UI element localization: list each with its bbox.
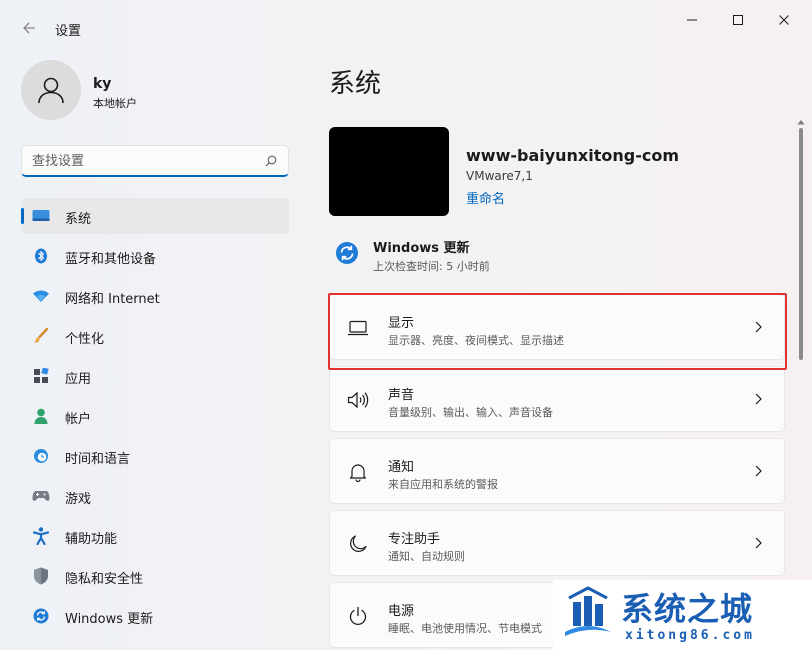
setting-card-sound[interactable]: 声音 音量级别、输出、输入、声音设备 [329, 366, 785, 432]
device-model: VMware7,1 [466, 169, 533, 183]
search-input[interactable] [32, 152, 252, 170]
display-icon [346, 316, 370, 340]
sidebar-item-label: 应用 [65, 372, 92, 387]
setting-card-display[interactable]: 显示 显示器、亮度、夜间模式、显示描述 [329, 294, 785, 360]
minimize-button[interactable] [669, 6, 715, 34]
card-description: 显示器、亮度、夜间模式、显示描述 [388, 334, 564, 347]
search-box[interactable] [21, 145, 289, 177]
chevron-right-icon [750, 463, 766, 479]
sidebar-item-label: 网络和 Internet [65, 292, 160, 307]
card-title: 声音 [388, 388, 415, 403]
sidebar-item-apps[interactable]: 应用 [21, 358, 289, 394]
sidebar-item-windows-update[interactable]: Windows 更新 [21, 598, 289, 634]
update-title[interactable]: Windows 更新 [373, 237, 470, 256]
sidebar-item-label: 蓝牙和其他设备 [65, 252, 157, 267]
chevron-right-icon [750, 535, 766, 551]
sidebar-item-personalization[interactable]: 个性化 [21, 318, 289, 354]
sidebar-nav: 系统 蓝牙和其他设备 网络和 Internet 个性化 应用 帐户 时间和语言 … [21, 198, 289, 638]
network-icon [31, 287, 51, 305]
sidebar-item-label: Windows 更新 [65, 612, 154, 627]
selection-indicator [21, 208, 24, 224]
chevron-right-icon [750, 319, 766, 335]
scroll-thumb[interactable] [799, 128, 803, 360]
back-button[interactable] [12, 12, 46, 44]
watermark-url: xitong86.com [625, 628, 755, 643]
watermark-logo-icon [565, 586, 611, 636]
sidebar-item-label: 游戏 [65, 492, 92, 507]
gaming-icon [31, 487, 51, 505]
settings-window: 设置 ky 本地帐户 系统 [0, 0, 812, 650]
maximize-button[interactable] [715, 6, 761, 34]
time-language-icon [31, 447, 51, 465]
shield-icon [31, 567, 51, 585]
accessibility-icon [31, 527, 51, 545]
back-arrow-icon [23, 22, 35, 34]
scroll-up-icon[interactable] [797, 118, 805, 126]
title-bar: 设置 [0, 0, 812, 48]
sidebar-item-accessibility[interactable]: 辅助功能 [21, 518, 289, 554]
sidebar-item-system[interactable]: 系统 [21, 198, 289, 234]
watermark: 系统之城 xitong86.com [553, 580, 812, 650]
bluetooth-icon [31, 247, 51, 265]
account-icon [31, 407, 51, 425]
sidebar-item-gaming[interactable]: 游戏 [21, 478, 289, 514]
sidebar-item-label: 辅助功能 [65, 532, 118, 547]
system-icon [31, 207, 51, 225]
user-icon [38, 77, 64, 104]
sidebar-item-label: 系统 [65, 212, 92, 227]
power-icon [346, 604, 370, 628]
app-title: 设置 [55, 24, 82, 39]
moon-icon [346, 532, 370, 556]
sidebar-item-bluetooth[interactable]: 蓝牙和其他设备 [21, 238, 289, 274]
speaker-icon [346, 388, 370, 412]
apps-icon [31, 367, 51, 385]
sidebar-item-label: 个性化 [65, 332, 105, 347]
sidebar-item-label: 帐户 [65, 412, 92, 427]
sidebar-item-network[interactable]: 网络和 Internet [21, 278, 289, 314]
page-title: 系统 [329, 69, 382, 99]
card-description: 来自应用和系统的警报 [388, 478, 498, 491]
search-icon[interactable] [262, 152, 280, 170]
sidebar-item-time-language[interactable]: 时间和语言 [21, 438, 289, 474]
card-title: 通知 [388, 460, 415, 475]
close-icon [779, 15, 789, 25]
sidebar-item-accounts[interactable]: 帐户 [21, 398, 289, 434]
minimize-icon [687, 19, 697, 21]
brush-icon [31, 327, 51, 345]
sidebar-item-label: 时间和语言 [65, 452, 131, 467]
sidebar-item-label: 隐私和安全性 [65, 572, 144, 587]
bell-icon [346, 460, 370, 484]
card-title: 专注助手 [388, 532, 441, 547]
device-image [329, 127, 449, 216]
card-description: 音量级别、输出、输入、声音设备 [388, 406, 553, 419]
avatar[interactable] [21, 60, 81, 120]
user-name: ky [93, 76, 112, 92]
device-name: www-baiyunxitong-com [466, 146, 680, 165]
card-description: 睡眠、电池使用情况、节电模式 [388, 622, 542, 635]
setting-card-focus-assist[interactable]: 专注助手 通知、自动规则 [329, 510, 785, 576]
windows-update-icon [31, 607, 51, 625]
chevron-right-icon [750, 391, 766, 407]
windows-update-status-icon[interactable] [335, 241, 359, 265]
update-last-checked: 上次检查时间: 5 小时前 [373, 260, 490, 273]
scrollbar[interactable] [797, 118, 805, 650]
setting-card-notifications[interactable]: 通知 来自应用和系统的警报 [329, 438, 785, 504]
maximize-icon [733, 15, 743, 25]
sidebar-item-privacy[interactable]: 隐私和安全性 [21, 558, 289, 594]
rename-link[interactable]: 重命名 [466, 188, 505, 207]
card-title: 显示 [388, 316, 415, 331]
account-type: 本地帐户 [93, 97, 137, 110]
watermark-title: 系统之城 [621, 590, 754, 628]
card-title: 电源 [388, 604, 415, 619]
card-description: 通知、自动规则 [388, 550, 465, 563]
close-button[interactable] [761, 6, 807, 34]
